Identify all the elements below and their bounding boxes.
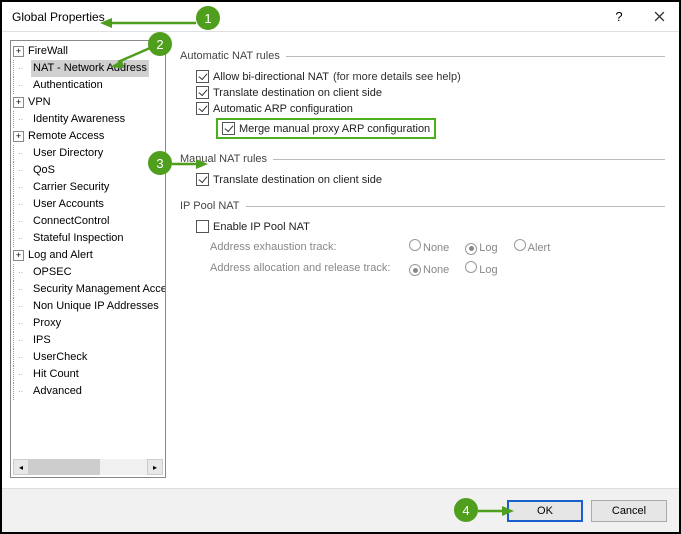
tree-item-security-management-access[interactable]: ··Security Management Access: [13, 281, 165, 298]
check-merge-arp[interactable]: [222, 122, 235, 135]
tree-item-vpn[interactable]: +VPN: [13, 94, 165, 111]
callout-3: 3: [148, 151, 172, 175]
tree-h-scrollbar[interactable]: ◂ ▸: [13, 459, 163, 475]
section-automatic-nat: Automatic NAT rules: [180, 50, 665, 62]
label-merge-arp: Merge manual proxy ARP configuration: [239, 123, 430, 135]
tree-item-label: User Directory: [31, 145, 105, 162]
tree-item-label: QoS: [31, 162, 57, 179]
tree-item-label: Authentication: [31, 77, 105, 94]
tree-item-identity-awareness[interactable]: ··Identity Awareness: [13, 111, 165, 128]
row-merge-arp: Merge manual proxy ARP configuration: [216, 118, 665, 139]
check-translate-auto[interactable]: [196, 86, 209, 99]
tree-item-label: OPSEC: [31, 264, 74, 281]
label-auto-arp: Automatic ARP configuration: [213, 103, 353, 115]
label-exhaustion: Address exhaustion track:: [210, 241, 395, 253]
nav-tree[interactable]: +FireWall··NAT - Network Address··Authen…: [10, 40, 166, 478]
tree-item-label: Log and Alert: [26, 247, 95, 264]
tree-item-authentication[interactable]: ··Authentication: [13, 77, 165, 94]
radio-label-log: Log: [479, 242, 497, 254]
check-enable-pool[interactable]: [196, 220, 209, 233]
radio-label-none: None: [423, 264, 449, 276]
help-button[interactable]: ?: [599, 2, 639, 32]
tree-item-label: Carrier Security: [31, 179, 111, 196]
tree-item-label: Identity Awareness: [31, 111, 127, 128]
radio-log[interactable]: [465, 261, 477, 273]
tree-item-advanced[interactable]: ··Advanced: [13, 383, 165, 400]
ok-button[interactable]: OK: [507, 500, 583, 522]
tree-item-label: ConnectControl: [31, 213, 111, 230]
settings-panel: Automatic NAT rules Allow bi-directional…: [166, 32, 679, 486]
tree-item-label: Hit Count: [31, 366, 81, 383]
tree-item-label: Advanced: [31, 383, 84, 400]
row-exhaustion: Address exhaustion track: None Log Alert: [210, 239, 665, 255]
radio-alert[interactable]: [514, 239, 526, 251]
radio-log[interactable]: [465, 243, 477, 255]
radio-label-log: Log: [479, 264, 497, 276]
tree-item-usercheck[interactable]: ··UserCheck: [13, 349, 165, 366]
radio-label-none: None: [423, 242, 449, 254]
label-enable-pool: Enable IP Pool NAT: [213, 221, 310, 233]
tree-item-label: FireWall: [26, 43, 70, 60]
expand-icon[interactable]: +: [13, 46, 24, 57]
tree-item-log-and-alert[interactable]: +Log and Alert: [13, 247, 165, 264]
tree-item-label: Remote Access: [26, 128, 106, 145]
tree-item-remote-access[interactable]: +Remote Access: [13, 128, 165, 145]
check-allow-bidir[interactable]: [196, 70, 209, 83]
check-auto-arp[interactable]: [196, 102, 209, 115]
tree-item-stateful-inspection[interactable]: ··Stateful Inspection: [13, 230, 165, 247]
label-translate-manual: Translate destination on client side: [213, 174, 382, 186]
scroll-left-icon[interactable]: ◂: [13, 459, 29, 475]
tree-item-proxy[interactable]: ··Proxy: [13, 315, 165, 332]
radio-none[interactable]: [409, 264, 421, 276]
check-translate-manual[interactable]: [196, 173, 209, 186]
tree-item-label: VPN: [26, 94, 53, 111]
dialog-footer: OK Cancel: [2, 488, 679, 532]
tree-item-user-accounts[interactable]: ··User Accounts: [13, 196, 165, 213]
callout-4: 4: [454, 498, 478, 522]
expand-icon[interactable]: +: [13, 131, 24, 142]
radio-none[interactable]: [409, 239, 421, 251]
tree-item-qos[interactable]: ··QoS: [13, 162, 165, 179]
tree-item-ips[interactable]: ··IPS: [13, 332, 165, 349]
tree-item-label: Stateful Inspection: [31, 230, 126, 247]
tree-item-label: IPS: [31, 332, 53, 349]
scroll-thumb[interactable]: [29, 459, 100, 475]
row-auto-arp: Automatic ARP configuration: [196, 102, 665, 115]
callout-1: 1: [196, 6, 220, 30]
tree-item-label: Proxy: [31, 315, 63, 332]
hint-allow-bidir: (for more details see help): [333, 71, 461, 83]
row-translate-manual: Translate destination on client side: [196, 173, 665, 186]
cancel-button[interactable]: Cancel: [591, 500, 667, 522]
section-ip-pool: IP Pool NAT: [180, 200, 665, 212]
label-translate-auto: Translate destination on client side: [213, 87, 382, 99]
expand-icon[interactable]: +: [13, 250, 24, 261]
row-allow-bidir: Allow bi-directional NAT (for more detai…: [196, 70, 665, 83]
tree-item-user-directory[interactable]: ··User Directory: [13, 145, 165, 162]
window-title: Global Properties: [12, 10, 105, 24]
expand-icon[interactable]: +: [13, 97, 24, 108]
tree-item-opsec[interactable]: ··OPSEC: [13, 264, 165, 281]
row-enable-pool: Enable IP Pool NAT: [196, 220, 665, 233]
callout-2: 2: [148, 32, 172, 56]
tree-item-label: Security Management Access: [31, 281, 165, 298]
highlight-merge-arp: Merge manual proxy ARP configuration: [216, 118, 436, 139]
tree-item-label: UserCheck: [31, 349, 89, 366]
row-translate-auto: Translate destination on client side: [196, 86, 665, 99]
section-manual-nat: Manual NAT rules: [180, 153, 665, 165]
tree-item-hit-count[interactable]: ··Hit Count: [13, 366, 165, 383]
radio-label-alert: Alert: [528, 242, 551, 254]
tree-item-connectcontrol[interactable]: ··ConnectControl: [13, 213, 165, 230]
tree-item-label: Non Unique IP Addresses: [31, 298, 161, 315]
tree-item-label: User Accounts: [31, 196, 106, 213]
label-allocation: Address allocation and release track:: [210, 262, 395, 274]
tree-item-non-unique-ip-addresses[interactable]: ··Non Unique IP Addresses: [13, 298, 165, 315]
label-allow-bidir: Allow bi-directional NAT: [213, 71, 329, 83]
tree-item-carrier-security[interactable]: ··Carrier Security: [13, 179, 165, 196]
scroll-right-icon[interactable]: ▸: [147, 459, 163, 475]
row-allocation: Address allocation and release track: No…: [210, 261, 665, 277]
close-button[interactable]: [639, 2, 679, 32]
